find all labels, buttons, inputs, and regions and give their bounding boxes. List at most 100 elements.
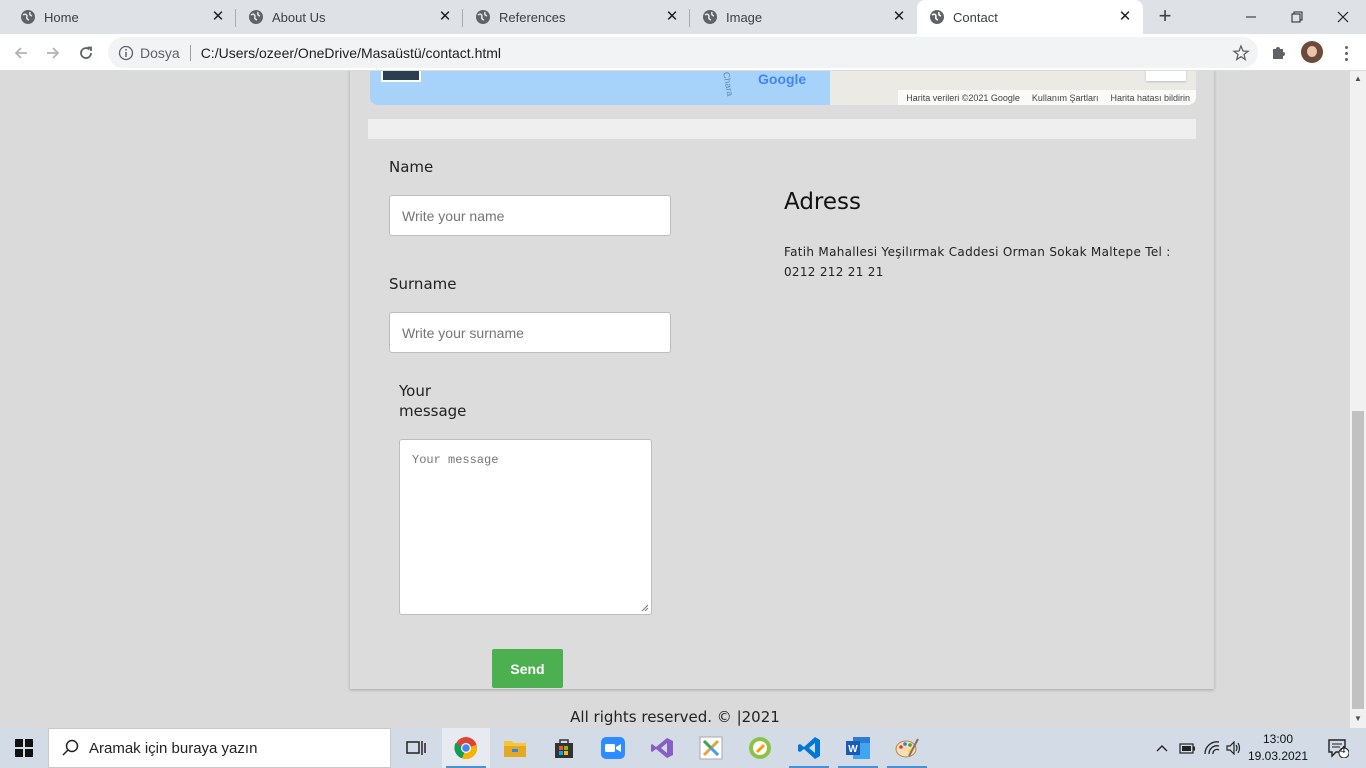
url-text[interactable]: C:/Users/ozeer/OneDrive/Masaüstü/contact… (201, 45, 1232, 61)
start-button[interactable] (0, 728, 48, 768)
arrow-left-icon (14, 47, 27, 59)
tab-title: About Us (272, 9, 326, 25)
folder-icon (504, 741, 526, 757)
tray-volume[interactable] (1224, 728, 1244, 768)
avatar-face (1307, 46, 1317, 57)
page-viewport: Google Chara Harita verileri ©2021 Googl… (0, 71, 1350, 728)
resize-grip-icon[interactable] (641, 604, 649, 612)
vs-code-icon (798, 737, 820, 759)
tab-home[interactable]: Home ✕ (0, 0, 236, 34)
taskbar-xmind[interactable] (687, 728, 735, 768)
new-tab-button[interactable]: + (1153, 5, 1177, 28)
info-icon[interactable] (118, 45, 134, 61)
task-view-icon (406, 741, 426, 755)
globe-icon (476, 10, 490, 24)
reload-button[interactable] (73, 40, 99, 66)
map-satellite-toggle[interactable] (381, 71, 421, 82)
windows-taskbar: Aramak için buraya yazın W 13:00 19.03.2… (0, 728, 1366, 768)
message-textarea[interactable]: Your message (399, 439, 652, 615)
tab-title: Contact (953, 9, 998, 25)
reload-icon (80, 46, 92, 59)
taskbar-file-explorer[interactable] (491, 728, 539, 768)
windows-logo-icon (15, 739, 33, 757)
close-tab-icon[interactable]: ✕ (664, 9, 680, 25)
send-button[interactable]: Send (492, 649, 563, 688)
extensions-puzzle-icon[interactable] (1270, 43, 1288, 61)
map-attribution: Harita verileri ©2021 Google Kullanım Şa… (898, 90, 1196, 105)
browser-toolbar: Dosya C:/Users/ozeer/OneDrive/Masaüstü/c… (0, 34, 1366, 71)
restore-button[interactable] (1274, 0, 1320, 34)
profile-avatar[interactable] (1301, 41, 1323, 63)
clock-time: 13:00 (1262, 732, 1294, 746)
taskbar-clock[interactable]: 13:00 19.03.2021 (1243, 731, 1313, 765)
map-report-link[interactable]: Harita hatası bildirin (1110, 93, 1190, 103)
name-label: Name (389, 158, 434, 176)
close-window-button[interactable] (1320, 0, 1366, 34)
close-tab-icon[interactable]: ✕ (1117, 9, 1133, 25)
tray-network[interactable] (1201, 728, 1223, 768)
map-zoom-control[interactable] (1146, 71, 1186, 81)
globe-icon (703, 10, 717, 24)
address-bar[interactable]: Dosya C:/Users/ozeer/OneDrive/Masaüstü/c… (108, 37, 1258, 68)
close-tab-icon[interactable]: ✕ (210, 9, 226, 25)
tab-contact[interactable]: Contact ✕ (917, 0, 1143, 34)
footer-copyright: All rights reserved. © |2021 (570, 708, 780, 726)
tab-strip: Home ✕ About Us ✕ References ✕ Image ✕ C… (0, 0, 1366, 34)
taskbar-chrome[interactable] (442, 728, 490, 768)
chevron-up-icon (1156, 745, 1168, 752)
embedded-map[interactable]: Google Chara Harita verileri ©2021 Googl… (370, 71, 1196, 105)
contact-card: Google Chara Harita verileri ©2021 Googl… (350, 71, 1214, 689)
tab-about-us[interactable]: About Us ✕ (236, 0, 463, 34)
map-data-credit: Harita verileri ©2021 Google (906, 92, 1020, 103)
globe-icon (930, 10, 944, 24)
notification-count-badge: 4 (1340, 745, 1346, 756)
battery-icon (1179, 743, 1195, 754)
browser-menu-icon[interactable] (1336, 43, 1356, 63)
minimize-icon (1246, 16, 1256, 18)
name-input[interactable]: Write your name (389, 195, 671, 236)
page-scrollbar[interactable]: ▲ ▼ (1350, 71, 1366, 728)
taskbar-visual-studio[interactable] (638, 728, 686, 768)
tab-title: Home (44, 9, 79, 25)
tab-image[interactable]: Image ✕ (690, 0, 917, 34)
action-center-button[interactable]: 4 (1318, 728, 1358, 768)
visual-studio-icon (651, 738, 673, 758)
taskbar-zoom[interactable] (589, 728, 637, 768)
restore-icon (1291, 11, 1303, 23)
section-divider-bar (368, 119, 1196, 139)
map-terms-link[interactable]: Kullanım Şartları (1032, 93, 1099, 103)
tab-references[interactable]: References ✕ (463, 0, 690, 34)
taskbar-word[interactable]: W (834, 728, 882, 768)
taskbar-search[interactable]: Aramak için buraya yazın (48, 728, 391, 768)
google-logo: Google (758, 71, 807, 87)
close-tab-icon[interactable]: ✕ (891, 9, 907, 25)
address-heading: Adress (784, 189, 861, 215)
surname-input[interactable]: Write your surname (389, 312, 671, 353)
scroll-down-arrow-icon[interactable]: ▼ (1353, 714, 1363, 724)
scroll-up-arrow-icon[interactable]: ▲ (1353, 74, 1363, 84)
address-text: Fatih Mahallesi Yeşilırmak Caddesi Orman… (784, 245, 1171, 279)
close-tab-icon[interactable]: ✕ (437, 9, 453, 25)
taskbar-microsoft-store[interactable] (540, 728, 588, 768)
close-icon (1337, 11, 1349, 23)
tray-overflow-button[interactable] (1152, 728, 1172, 768)
minimize-button[interactable] (1228, 0, 1274, 34)
search-icon (62, 739, 79, 756)
globe-icon (21, 10, 35, 24)
taskbar-paint[interactable] (883, 728, 931, 768)
message-label-line2: message (399, 402, 467, 420)
taskbar-notes-app[interactable] (736, 728, 784, 768)
arrow-right-icon (47, 47, 60, 59)
scrollbar-thumb[interactable] (1352, 411, 1364, 709)
bookmark-star-icon[interactable] (1232, 43, 1250, 62)
message-label-line1: Your (399, 382, 432, 400)
paint-palette-icon (895, 738, 919, 758)
taskbar-vs-code[interactable] (785, 728, 833, 768)
tray-battery[interactable] (1176, 728, 1198, 768)
clock-date: 19.03.2021 (1247, 749, 1309, 763)
message-placeholder: Your message (412, 453, 499, 467)
forward-button[interactable] (40, 40, 66, 66)
back-button[interactable] (8, 40, 34, 66)
url-scheme-label: Dosya (140, 44, 180, 61)
task-view-button[interactable] (392, 728, 440, 768)
